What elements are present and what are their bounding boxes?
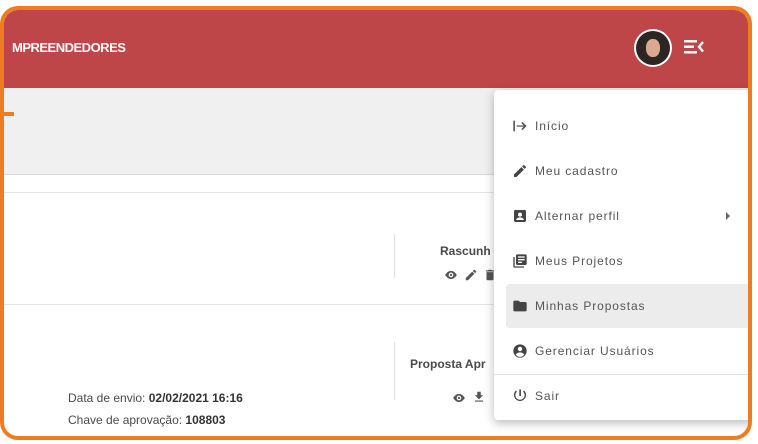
- approval-key-value: 108803: [185, 413, 226, 427]
- login-arrow-icon: [512, 118, 528, 134]
- user-menu-dropdown: Início Meu cadastro Alternar perfil Meus…: [494, 90, 748, 420]
- folder-icon: [512, 298, 528, 314]
- sent-date-label: Data de envio:: [68, 391, 146, 405]
- download-icon[interactable]: [472, 390, 486, 404]
- eye-icon[interactable]: [444, 268, 458, 282]
- menu-item-sair[interactable]: Sair: [506, 374, 748, 418]
- menu-item-gerenciar-usuarios[interactable]: Gerenciar Usuários: [506, 329, 748, 373]
- menu-item-inicio[interactable]: Início: [506, 104, 748, 148]
- library-books-icon: [512, 253, 528, 269]
- pencil-icon: [512, 163, 528, 179]
- approved-status-label: Proposta Apr: [410, 357, 486, 371]
- account-circle-icon: [512, 343, 528, 359]
- sent-date: Data de envio: 02/02/2021 16:16: [68, 391, 243, 405]
- frame-accent: [0, 112, 14, 116]
- menu-item-meu-cadastro[interactable]: Meu cadastro: [506, 149, 748, 193]
- menu-item-alternar-perfil[interactable]: Alternar perfil: [506, 194, 748, 238]
- submenu-arrow-icon: [726, 212, 730, 220]
- sent-date-value: 02/02/2021 16:16: [148, 391, 243, 405]
- menu-item-minhas-propostas[interactable]: Minhas Propostas: [506, 284, 748, 328]
- menu-item-label: Gerenciar Usuários: [535, 344, 655, 358]
- draft-status-label: Rascunh: [440, 244, 491, 258]
- avatar-face: [646, 39, 660, 57]
- menu-item-label: Meu cadastro: [535, 164, 619, 178]
- menu-item-label: Início: [535, 119, 570, 133]
- top-app-bar: MPREENDEDORES: [4, 10, 748, 88]
- menu-item-label: Meus Projetos: [535, 254, 624, 268]
- card-column-divider: [394, 342, 395, 400]
- avatar[interactable]: [634, 29, 672, 67]
- brand-title: MPREENDEDORES: [12, 40, 126, 55]
- app-window: MPREENDEDORES Rascunh Proposta Apr Data …: [0, 6, 752, 440]
- menu-item-label: Minhas Propostas: [535, 299, 646, 313]
- menu-item-meus-projetos[interactable]: Meus Projetos: [506, 239, 748, 283]
- menu-item-label: Alternar perfil: [535, 209, 620, 223]
- avatar-photo: [636, 31, 670, 65]
- eye-icon[interactable]: [452, 391, 466, 405]
- menu-item-label: Sair: [535, 389, 560, 403]
- approval-key-label: Chave de aprovação:: [68, 413, 183, 427]
- pencil-icon[interactable]: [464, 268, 478, 282]
- id-card-icon: [512, 208, 528, 224]
- menu-toggle-icon[interactable]: [681, 34, 709, 60]
- approval-key: Chave de aprovação: 108803: [68, 413, 225, 427]
- power-icon: [512, 388, 528, 404]
- card-column-divider: [394, 234, 395, 278]
